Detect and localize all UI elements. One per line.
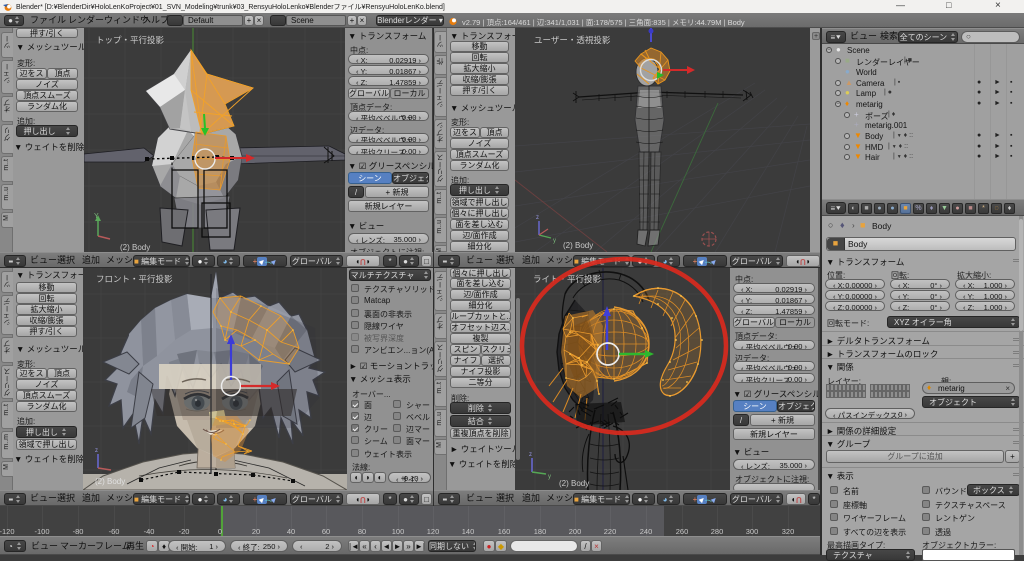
svg-text:(2) Body: (2) Body (559, 479, 589, 488)
svg-text:(2) Body: (2) Body (95, 477, 125, 486)
svg-text:z: z (95, 448, 98, 454)
svg-text:z: z (536, 215, 539, 221)
svg-text:(2) Body: (2) Body (120, 243, 150, 252)
svg-text:z: z (529, 452, 532, 458)
svg-text:y: y (548, 474, 551, 480)
svg-text:y: y (553, 238, 556, 244)
svg-text:Y: Y (94, 213, 99, 220)
svg-text:(2) Body: (2) Body (563, 241, 593, 250)
